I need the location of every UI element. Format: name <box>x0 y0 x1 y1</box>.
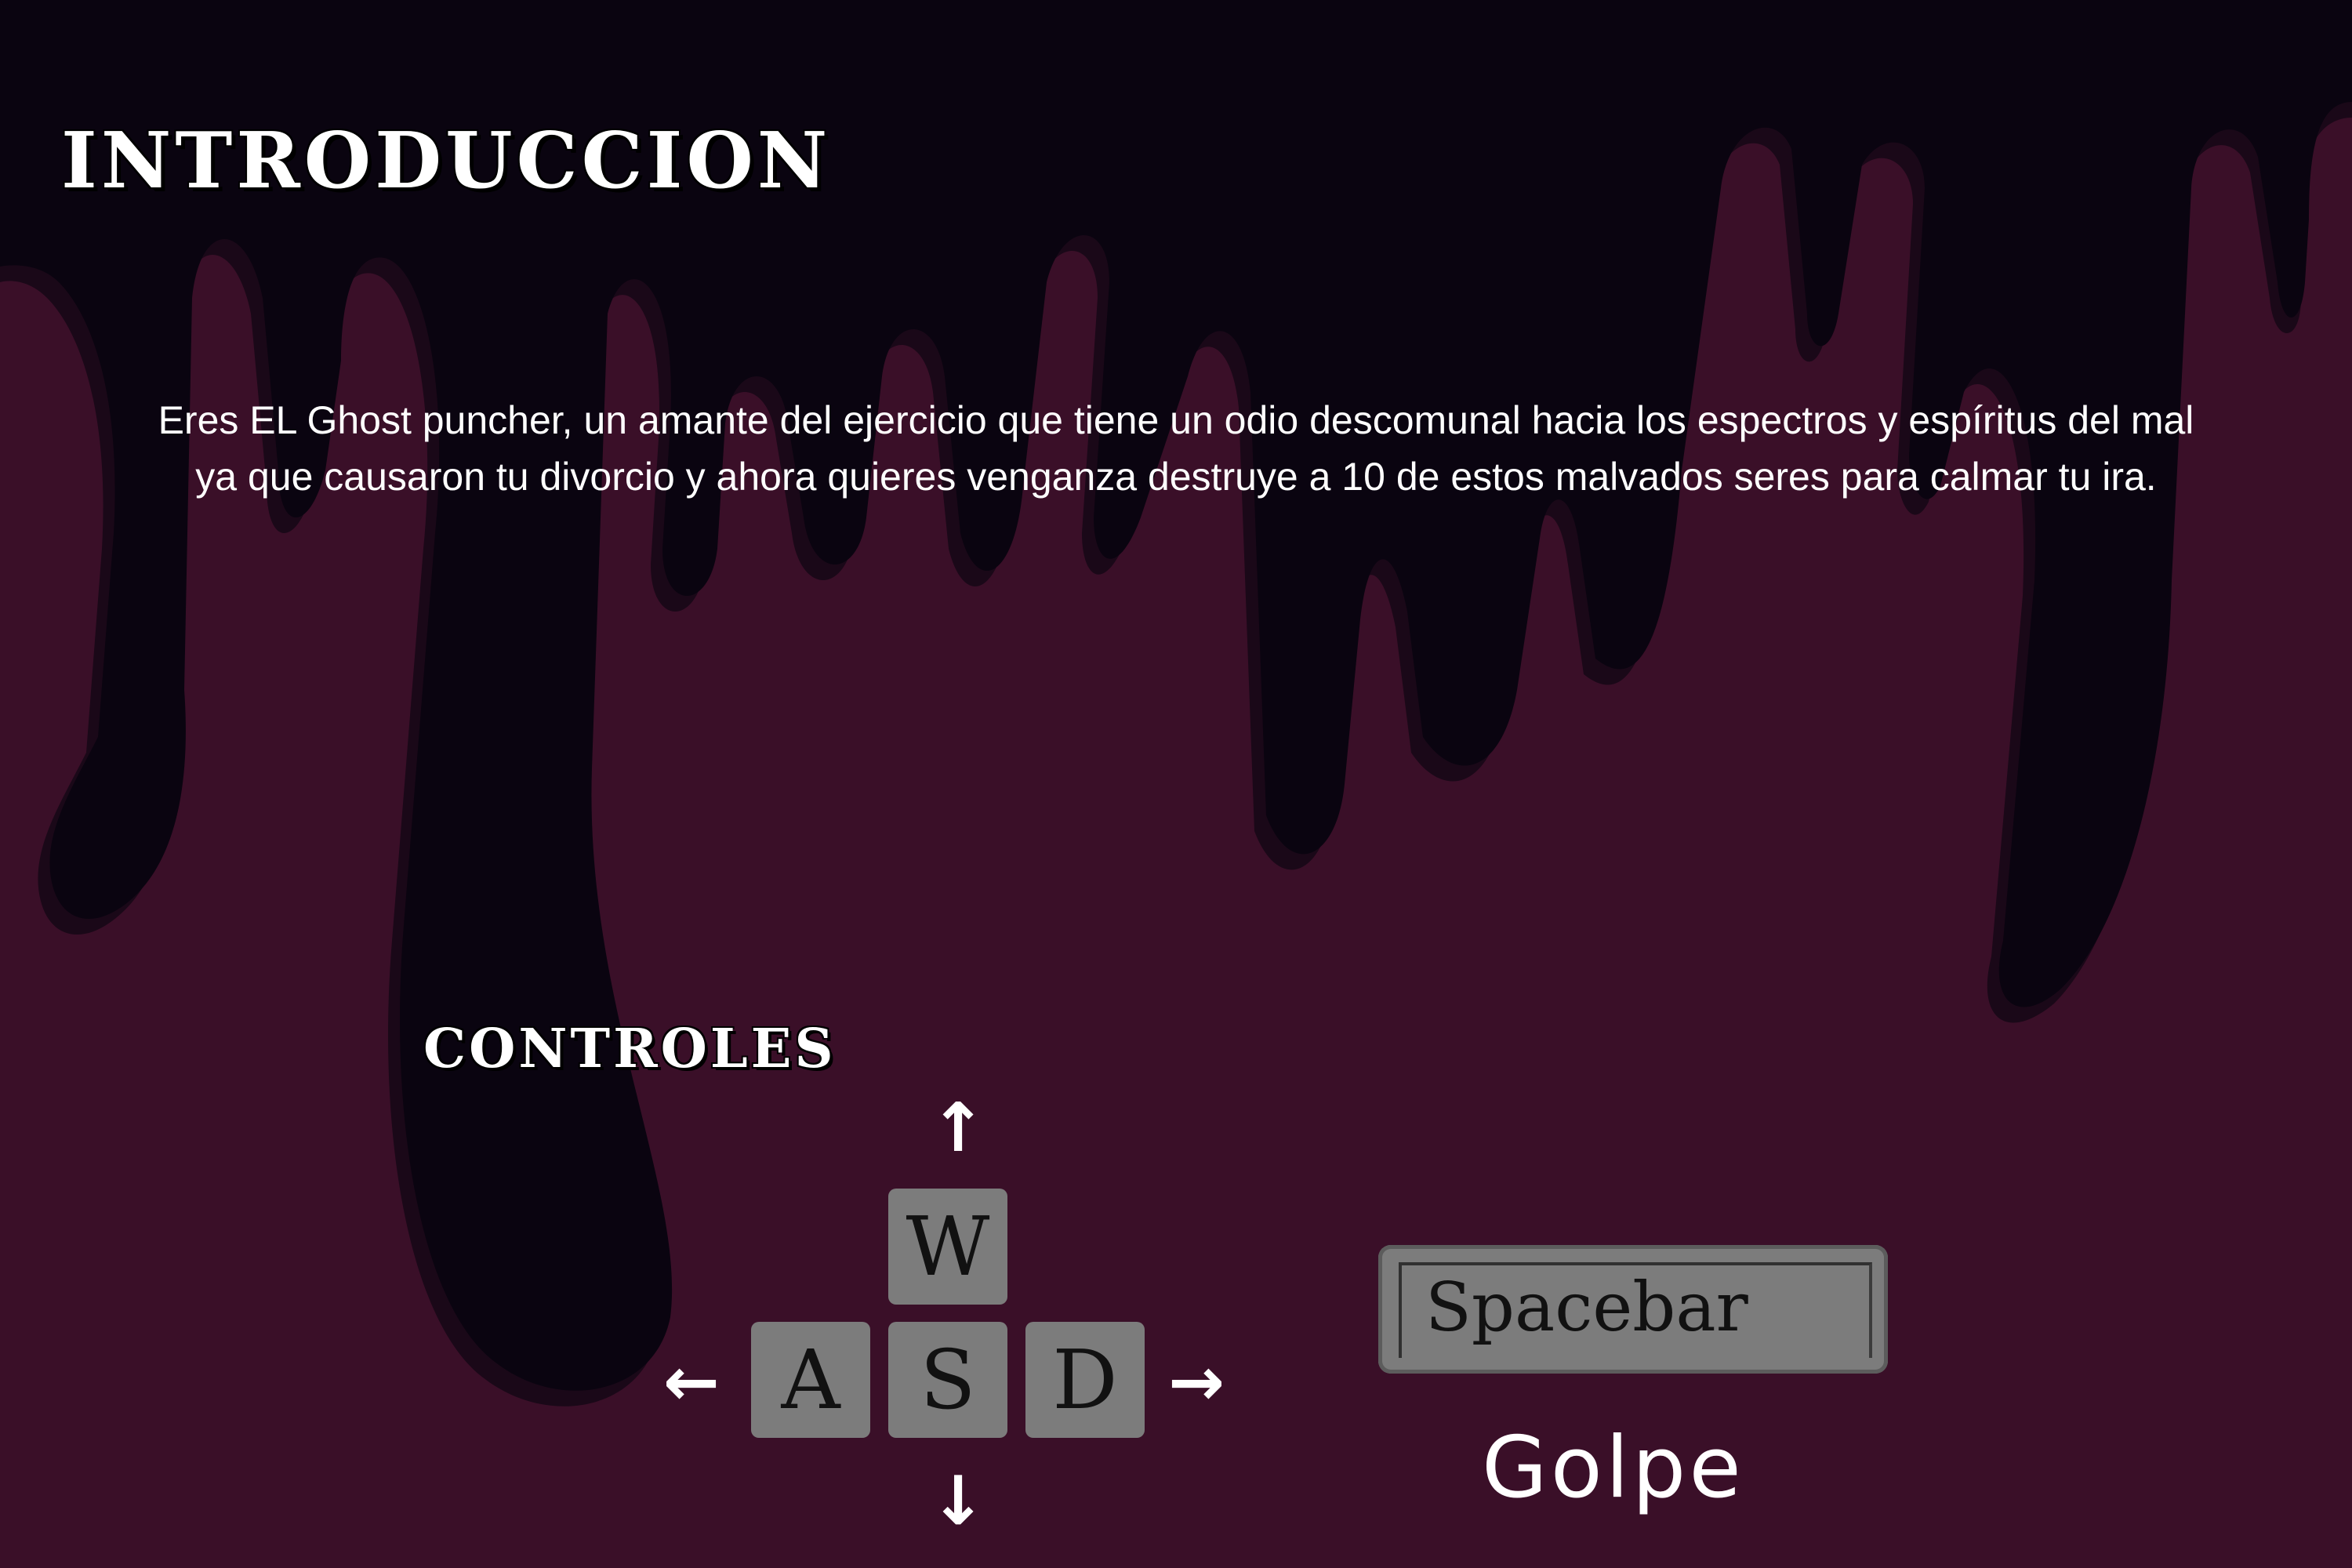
key-s: S <box>888 1322 1007 1438</box>
key-w: W <box>888 1189 1007 1305</box>
key-d: D <box>1025 1322 1145 1438</box>
intro-line-1: Eres EL Ghost puncher, un amante del eje… <box>158 398 2194 442</box>
intro-screen: INTRODUCCION Eres EL Ghost puncher, un a… <box>0 0 2352 1568</box>
arrow-down-icon: ↓ <box>930 1462 987 1541</box>
action-label: Golpe <box>1482 1419 1744 1517</box>
spacebar-label: Spacebar <box>1425 1269 1748 1347</box>
intro-title: INTRODUCCION <box>61 116 832 206</box>
intro-line-2: ya que causaron tu divorcio y ahora quie… <box>195 455 2157 499</box>
controls-title: CONTROLES <box>423 1018 837 1080</box>
arrow-left-icon: ← <box>663 1343 720 1421</box>
arrow-up-icon: ↑ <box>930 1089 987 1167</box>
drip-background <box>0 0 2352 1406</box>
key-spacebar: Spacebar <box>1378 1245 1888 1374</box>
arrow-right-icon: → <box>1168 1343 1225 1421</box>
intro-text: Eres EL Ghost puncher, un amante del eje… <box>63 392 2289 505</box>
key-a: A <box>751 1322 870 1438</box>
